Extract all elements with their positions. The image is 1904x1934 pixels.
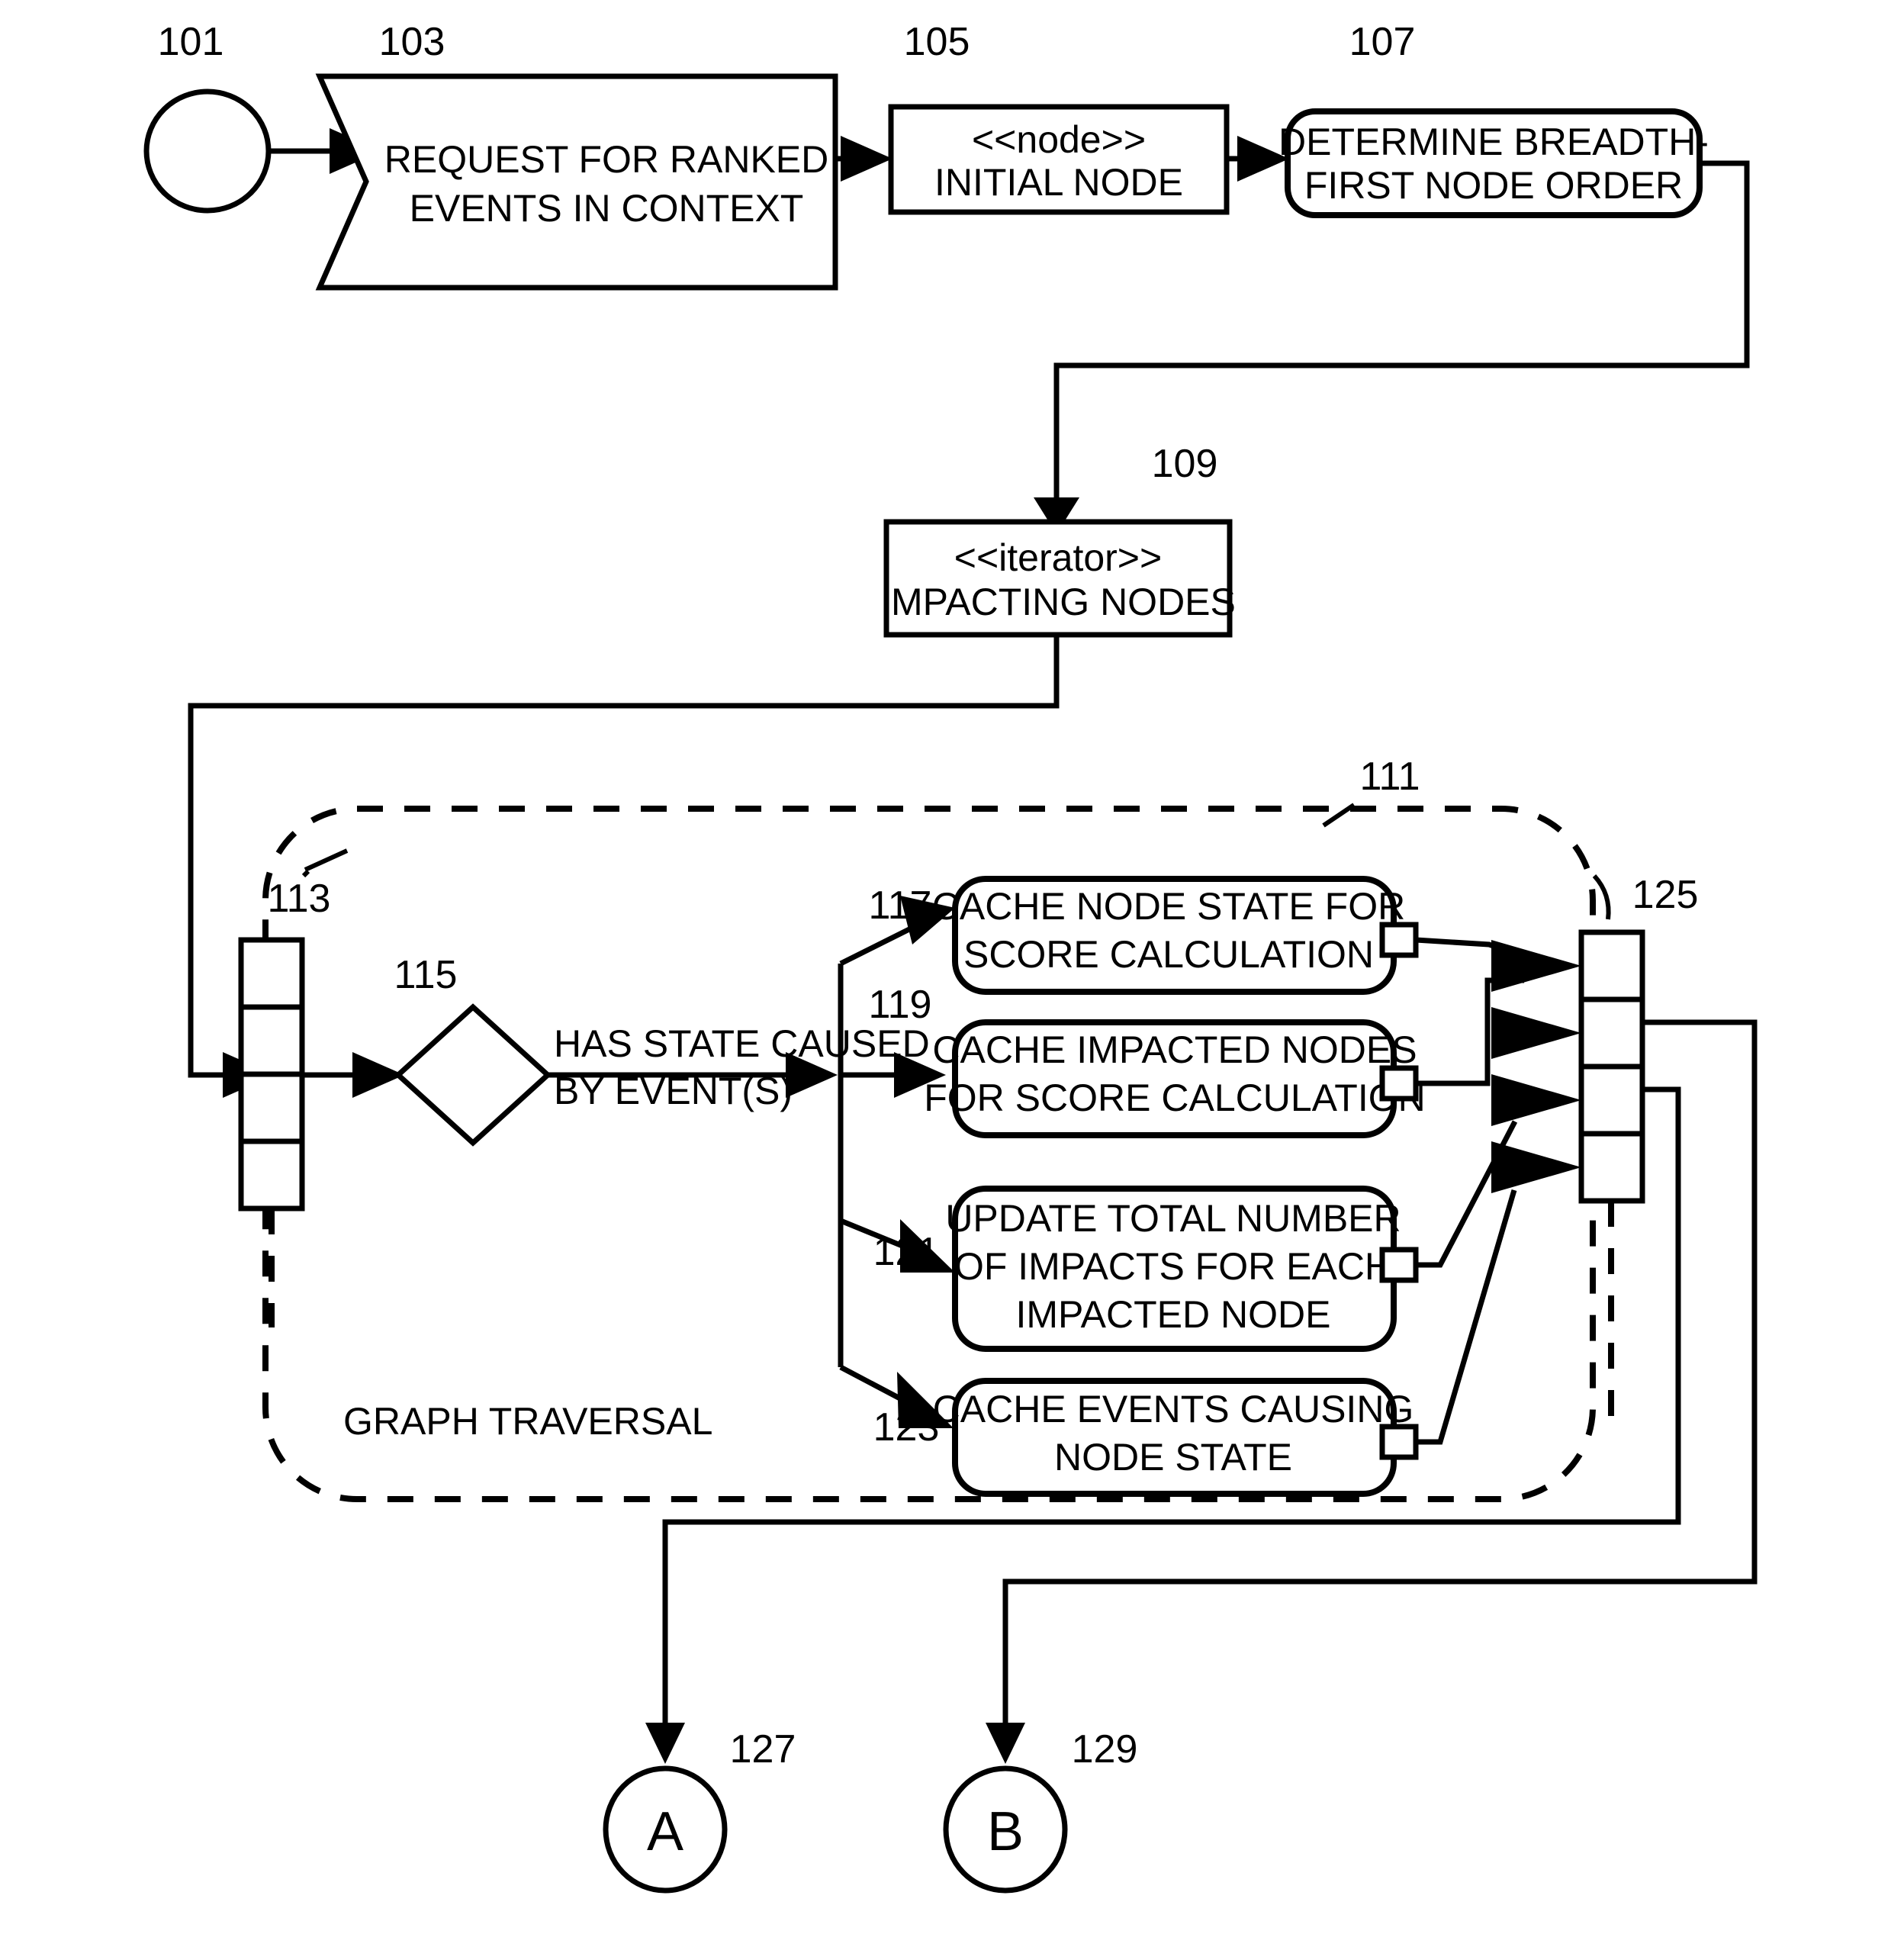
ref-label-109: 109: [1152, 442, 1218, 486]
ref-label-121: 121: [873, 1230, 940, 1274]
ref-label-129: 129: [1072, 1727, 1138, 1771]
node-decision-has-state-caused-by-events: 115 HAS STATE CAUSED BY EVENT(S): [394, 953, 930, 1147]
output-port-icon: [1379, 922, 1419, 958]
output-stack-cell: [1578, 996, 1645, 1070]
connector-b-label: B: [987, 1801, 1024, 1862]
arrowhead-icon: [1491, 1074, 1581, 1126]
cache-node-state-line2: SCORE CALCULATION: [963, 933, 1374, 976]
ref-label-101: 101: [158, 20, 224, 64]
arrowhead-icon: [1491, 1007, 1581, 1059]
edge-cache-events-to-output-stack: [1416, 1141, 1581, 1445]
update-impacts-line3: IMPACTED NODE: [1016, 1293, 1331, 1336]
output-port-icon: [1379, 1247, 1419, 1283]
arrowhead-icon: [841, 136, 892, 182]
ref-label-111: 111: [1359, 755, 1420, 799]
flow-diagram-canvas: 101 REQUEST FOR RANKED EVENTS IN CONTEXT…: [143, 20, 1758, 1894]
initial-node-label: INITIAL NODE: [934, 161, 1183, 204]
output-port-icon: [1379, 1424, 1419, 1460]
graph-traversal-label: GRAPH TRAVERSAL: [343, 1400, 712, 1443]
ref-label-117: 117: [869, 883, 932, 928]
ref-label-123: 123: [873, 1405, 940, 1450]
decision-diamond-shape: [394, 1003, 552, 1147]
edge-input-stack-to-decision: [302, 1052, 404, 1098]
decision-label-line1: HAS STATE CAUSED: [554, 1022, 930, 1065]
request-line2: EVENTS IN CONTEXT: [410, 187, 804, 230]
ref-label-105: 105: [904, 20, 970, 64]
output-stack-cell: [1578, 1064, 1645, 1137]
edge-breadth-first-to-impacting-nodes: [1034, 160, 1750, 534]
ref-label-125: 125: [1632, 873, 1699, 917]
ref-label-127: 127: [730, 1727, 796, 1771]
start-circle-shape: [143, 88, 272, 214]
edge-cache-impacted-nodes-to-output-stack: [1416, 977, 1581, 1086]
request-line1: REQUEST FOR RANKED: [384, 138, 829, 181]
input-stack-cell: [238, 937, 305, 1010]
input-stack: 113: [238, 848, 349, 1327]
initial-node-stereotype: <<node>>: [972, 118, 1146, 161]
input-stack-cell: [238, 1138, 305, 1212]
impacting-nodes-stereotype: <<iterator>>: [954, 536, 1162, 579]
arrowhead-icon: [986, 1723, 1025, 1764]
output-stack-cell: [1578, 929, 1645, 1002]
pennant-shape: [315, 73, 838, 291]
ref-label-107: 107: [1349, 20, 1416, 64]
output-stack-cell: [1578, 1131, 1645, 1204]
node-request-for-ranked-events: REQUEST FOR RANKED EVENTS IN CONTEXT 103: [315, 20, 838, 291]
node-start: 101: [143, 20, 272, 214]
node-cache-events-causing-node-state: CACHE EVENTS CAUSING NODE STATE 123: [873, 1378, 1419, 1497]
cache-events-line1: CACHE EVENTS CAUSING: [933, 1388, 1414, 1430]
node-cache-impacted-nodes: CACHE IMPACTED NODES FOR SCORE CALCULATI…: [869, 983, 1426, 1138]
edge-cache-node-state-to-output-stack: [1415, 937, 1581, 992]
node-determine-breadth-first-order: DETERMINE BREADTH- FIRST NODE ORDER 107: [1278, 20, 1709, 218]
cache-impacted-nodes-line1: CACHE IMPACTED NODES: [932, 1028, 1417, 1071]
ref-label-119: 119: [869, 983, 932, 1027]
ref-label-103: 103: [379, 20, 445, 64]
impacting-nodes-label: IMPACTING NODES: [880, 581, 1236, 623]
node-initial-node: <<node>> INITIAL NODE 105: [888, 20, 1230, 215]
cache-events-line2: NODE STATE: [1054, 1436, 1292, 1479]
breadth-first-line1: DETERMINE BREADTH-: [1278, 121, 1709, 163]
cache-node-state-line1: CACHE NODE STATE FOR: [932, 885, 1405, 928]
arrowhead-icon: [1491, 1141, 1581, 1193]
input-stack-cell: [238, 1071, 305, 1144]
edge-request-to-initial-node: [835, 136, 892, 182]
breadth-first-line2: FIRST NODE ORDER: [1304, 164, 1683, 207]
ref-label-115: 115: [394, 953, 458, 997]
node-update-total-impacts: UPDATE TOTAL NUMBER OF IMPACTS FOR EACH …: [873, 1186, 1419, 1352]
cache-impacted-nodes-line2: FOR SCORE CALCULATION: [924, 1076, 1426, 1119]
input-stack-cell: [238, 1004, 305, 1077]
patent-flow-diagram: 101 REQUEST FOR RANKED EVENTS IN CONTEXT…: [0, 0, 1904, 1934]
node-connector-a: A 127: [603, 1727, 796, 1894]
connector-a-label: A: [647, 1801, 683, 1862]
output-port-icon: [1379, 1065, 1419, 1102]
node-connector-b: B 129: [943, 1727, 1138, 1894]
arrowhead-icon: [645, 1723, 685, 1764]
arrowhead-icon: [1491, 940, 1581, 992]
ref-label-113: 113: [268, 877, 331, 921]
update-impacts-line2: OF IMPACTS FOR EACH: [954, 1245, 1392, 1288]
update-impacts-line1: UPDATE TOTAL NUMBER: [945, 1197, 1401, 1240]
node-cache-node-state: CACHE NODE STATE FOR SCORE CALCULATION 1…: [869, 876, 1419, 995]
